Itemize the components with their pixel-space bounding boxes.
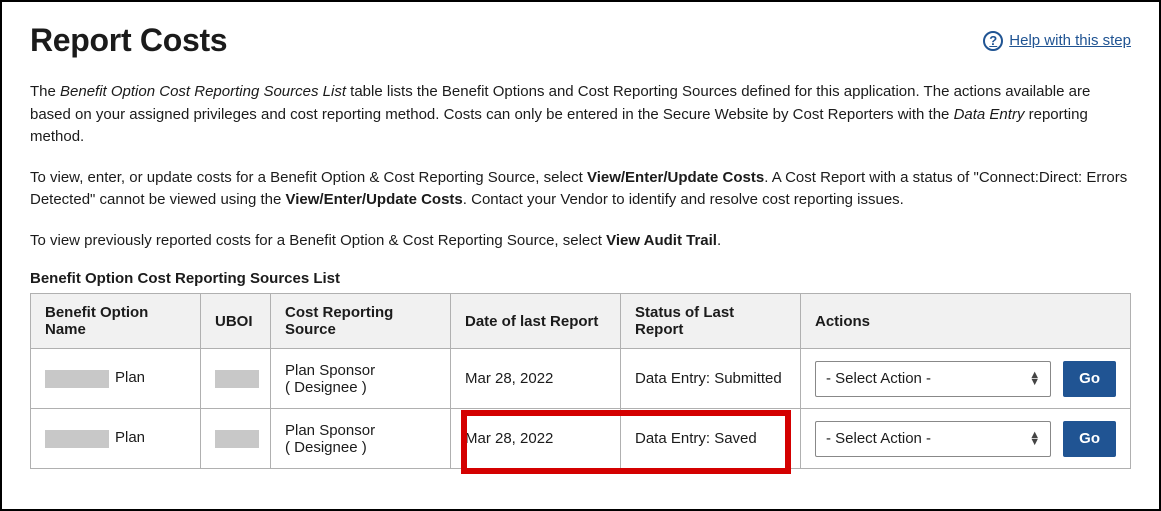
intro-paragraph-3: To view previously reported costs for a … (30, 230, 1131, 253)
cell-uboi (201, 409, 271, 469)
redacted-text (45, 430, 109, 448)
intro-paragraph-1: The Benefit Option Cost Reporting Source… (30, 81, 1131, 149)
table-row: Plan Plan Sponsor ( Designee ) Mar 28, 2… (31, 349, 1131, 409)
th-benefit-option: Benefit Option Name (31, 294, 201, 349)
th-date: Date of last Report (451, 294, 621, 349)
select-placeholder: - Select Action - (826, 370, 931, 387)
go-button[interactable]: Go (1063, 361, 1116, 397)
cell-status: Data Entry: Submitted (621, 349, 801, 409)
cell-date: Mar 28, 2022 (451, 349, 621, 409)
redacted-text (215, 430, 259, 448)
th-status: Status of Last Report (621, 294, 801, 349)
cell-source: Plan Sponsor ( Designee ) (271, 349, 451, 409)
th-source: Cost Reporting Source (271, 294, 451, 349)
cell-benefit: Plan (31, 409, 201, 469)
cell-benefit: Plan (31, 349, 201, 409)
select-caret-icon: ▲▼ (1029, 372, 1040, 385)
redacted-text (45, 370, 109, 388)
go-button[interactable]: Go (1063, 421, 1116, 457)
cost-reporting-table: Benefit Option Name UBOI Cost Reporting … (30, 293, 1131, 469)
page-title: Report Costs (30, 22, 227, 59)
help-link[interactable]: ? Help with this step (983, 31, 1131, 51)
question-icon: ? (983, 31, 1003, 51)
help-link-text: Help with this step (1009, 32, 1131, 49)
cell-date: Mar 28, 2022 (451, 409, 621, 469)
cell-status: Data Entry: Saved (621, 409, 801, 469)
action-select[interactable]: - Select Action - ▲▼ (815, 361, 1051, 397)
cell-source: Plan Sponsor ( Designee ) (271, 409, 451, 469)
table-title: Benefit Option Cost Reporting Sources Li… (30, 270, 1131, 287)
redacted-text (215, 370, 259, 388)
cell-actions: - Select Action - ▲▼ Go (801, 409, 1131, 469)
cell-actions: - Select Action - ▲▼ Go (801, 349, 1131, 409)
select-caret-icon: ▲▼ (1029, 432, 1040, 445)
select-placeholder: - Select Action - (826, 430, 931, 447)
th-uboi: UBOI (201, 294, 271, 349)
cell-uboi (201, 349, 271, 409)
intro-paragraph-2: To view, enter, or update costs for a Be… (30, 167, 1131, 212)
table-row: Plan Plan Sponsor ( Designee ) Mar 28, 2… (31, 409, 1131, 469)
th-actions: Actions (801, 294, 1131, 349)
action-select[interactable]: - Select Action - ▲▼ (815, 421, 1051, 457)
